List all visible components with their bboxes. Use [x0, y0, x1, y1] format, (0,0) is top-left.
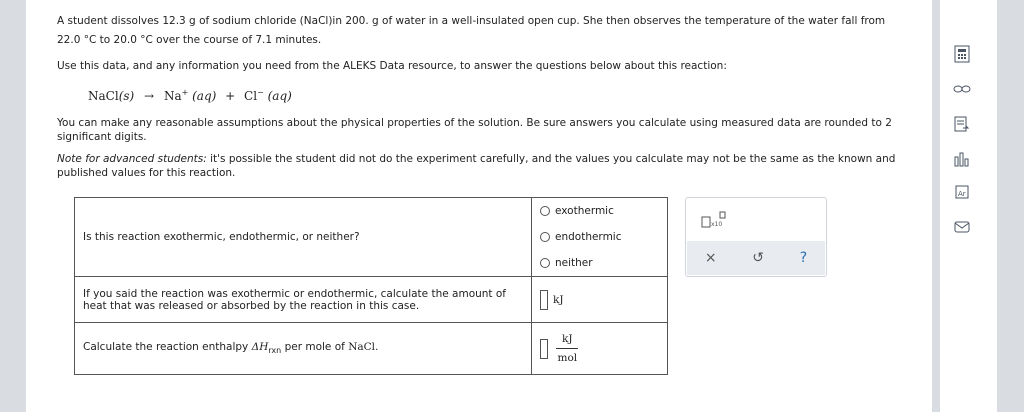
assumptions-line-1: You can make any reasonable assumptions … — [57, 117, 892, 129]
tools-sidebar: Ar — [940, 0, 997, 412]
periodic-table-icon[interactable]: Ar — [952, 182, 972, 202]
link-icon[interactable] — [952, 79, 972, 99]
svg-text:Ar: Ar — [958, 190, 966, 198]
calculator-icon[interactable] — [952, 44, 972, 64]
enthalpy-input[interactable] — [540, 338, 548, 359]
unit-fraction: kJ mol — [556, 333, 579, 364]
radio-icon[interactable] — [540, 258, 550, 268]
radio-icon[interactable] — [540, 232, 550, 242]
question-1-text: Is this reaction exothermic, endothermic… — [74, 197, 532, 277]
toolbox-actions: × ↺ ? — [687, 241, 825, 275]
assumptions-line-2: significant digits. — [57, 131, 147, 143]
use-data-instruction: Use this data, and any information you n… — [57, 60, 727, 72]
chart-icon[interactable] — [952, 149, 972, 169]
problem-line-1: A student dissolves 12.3 g of sodium chl… — [57, 15, 886, 27]
question-3-text: Calculate the reaction enthalpy ΔHrxn pe… — [74, 322, 532, 375]
answer-table: Is this reaction exothermic, endothermic… — [74, 197, 668, 375]
notes-icon[interactable] — [952, 114, 972, 134]
radio-icon[interactable] — [540, 206, 550, 216]
mail-icon[interactable] — [952, 217, 972, 237]
heat-input[interactable] — [540, 289, 548, 310]
help-button[interactable]: ? — [800, 250, 807, 266]
question-1-options: exothermic endothermic neither — [531, 197, 668, 277]
question-row-3: Calculate the reaction enthalpy ΔHrxn pe… — [74, 322, 668, 375]
question-2-text: If you said the reaction was exothermic … — [74, 276, 532, 323]
answer-toolbox: x10 × ↺ ? — [685, 197, 827, 277]
option-endothermic[interactable]: endothermic — [540, 224, 659, 250]
option-neither[interactable]: neither — [540, 250, 659, 276]
heat-answer-cell: kJ — [531, 276, 668, 323]
problem-line-2: 22.0 °C to 20.0 °C over the course of 7.… — [57, 34, 322, 46]
option-exothermic[interactable]: exothermic — [540, 198, 659, 224]
question-row-2: If you said the reaction was exothermic … — [74, 276, 668, 323]
reaction-equation: NaCl(s) → Na+ (aq) + Cl− (aq) — [88, 88, 292, 103]
undo-button[interactable]: ↺ — [752, 250, 764, 266]
enthalpy-answer-cell: kJ mol — [531, 322, 668, 375]
advanced-note-line-2: published values for this reaction. — [57, 167, 236, 179]
clear-button[interactable]: × — [705, 250, 717, 266]
question-row-1: Is this reaction exothermic, endothermic… — [74, 197, 668, 277]
scientific-notation-button[interactable]: x10 — [700, 210, 730, 232]
